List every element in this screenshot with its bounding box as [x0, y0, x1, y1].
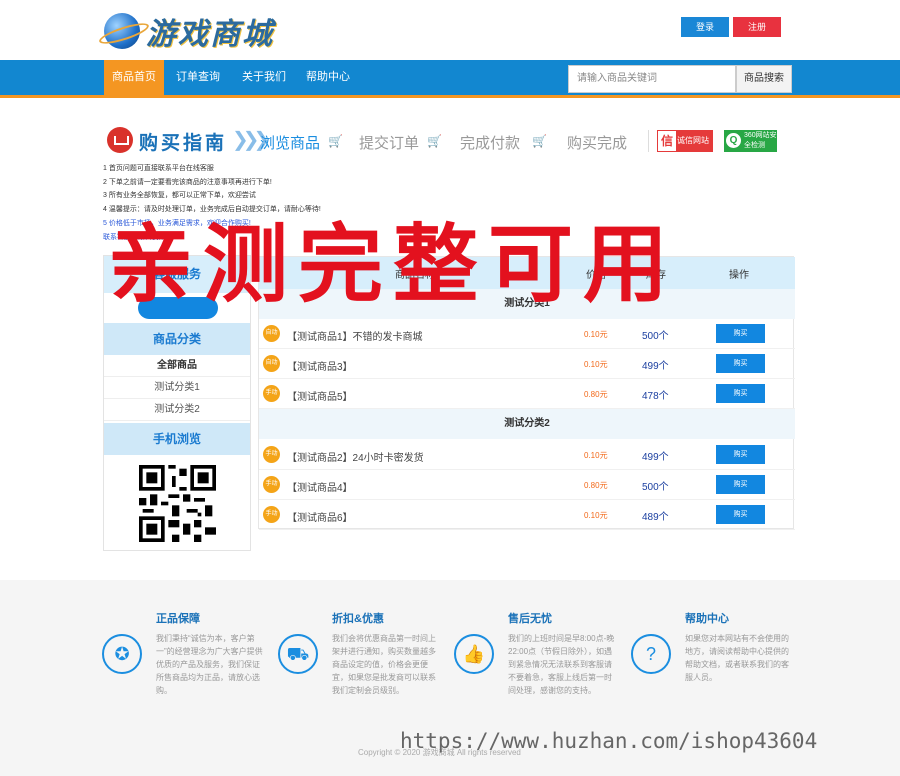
product-price: 0.10元: [584, 451, 608, 460]
search-input[interactable]: 请输入商品关键词: [568, 65, 736, 93]
product-stock: 499个: [642, 361, 669, 372]
thumbs-up-icon: 👍: [454, 634, 494, 674]
search-button[interactable]: 商品搜索: [736, 65, 792, 93]
product-stock: 478个: [642, 391, 669, 402]
magnifier-icon: Q: [726, 133, 741, 148]
globe-icon: [104, 13, 140, 49]
feature-title: 售后无忧: [508, 613, 552, 625]
note-line: 4 温馨提示：请及时处理订单，业务完成后自动提交订单，请耐心等待!: [103, 206, 321, 214]
table-row: 自动 【测试商品1】不错的发卡商城 0.10元 500个 购买: [259, 319, 795, 349]
product-name[interactable]: 【测试商品2】24小时卡密发货: [287, 449, 424, 464]
feature-text: 我们会将优惠商品第一时间上架并进行通知，购买数量越多商品设定的值，价格会更便宜，…: [332, 634, 436, 695]
trust-badge-label: 诚信网站: [677, 136, 709, 145]
buy-button[interactable]: 购买: [716, 445, 765, 464]
trust-badge: 信诚信网站: [657, 130, 713, 152]
guide-title: 购买指南: [139, 133, 228, 154]
buy-button[interactable]: 购买: [716, 475, 765, 494]
security-badge-label: 360网站安全检测: [744, 132, 777, 149]
buy-button[interactable]: 购买: [716, 354, 765, 373]
product-name[interactable]: 【测试商品6】: [287, 509, 353, 524]
nav-item-help[interactable]: 帮助中心: [300, 60, 356, 95]
product-price: 0.10元: [584, 330, 608, 339]
table-row: 手动 【测试商品6】 0.10元 489个 购买: [259, 500, 795, 530]
category-title: 商品分类: [104, 323, 250, 355]
qr-code: [139, 465, 216, 542]
product-name[interactable]: 【测试商品4】: [287, 479, 353, 494]
feature-title: 帮助中心: [685, 613, 729, 625]
cart-icon: 🛒: [532, 134, 547, 148]
question-icon: ?: [631, 634, 671, 674]
guide-step: 浏览商品: [260, 135, 321, 152]
product-name[interactable]: 【测试商品5】: [287, 388, 353, 403]
buy-button[interactable]: 购买: [716, 505, 765, 524]
guide-step: 提交订单: [359, 135, 420, 152]
login-button[interactable]: 登录: [681, 17, 729, 37]
delivery-tag: 手动: [263, 446, 280, 463]
mobile-title: 手机浏览: [104, 423, 250, 455]
cart-icon: 🛒: [427, 134, 442, 148]
table-row: 手动 【测试商品2】24小时卡密发货 0.10元 499个 购买: [259, 440, 795, 470]
table-row: 手动 【测试商品4】 0.80元 500个 购买: [259, 470, 795, 500]
product-name[interactable]: 【测试商品3】: [287, 358, 353, 373]
feature-text: 如果您对本网站有不会使用的地方，请阅读帮助中心提供的帮助文档，或者联系我们的客服…: [685, 634, 789, 682]
site-logo[interactable]: 游戏商城: [104, 10, 274, 52]
product-price: 0.80元: [584, 390, 608, 399]
feature-title: 折扣&优惠: [332, 613, 384, 625]
product-stock: 489个: [642, 512, 669, 523]
url-watermark: https://www.huzhan.com/ishop43604: [400, 729, 818, 753]
truck-icon: ⛟: [278, 634, 318, 674]
buy-button[interactable]: 购买: [716, 324, 765, 343]
table-row: 手动 【测试商品5】 0.80元 478个 购买: [259, 379, 795, 409]
guide-step: 完成付款: [460, 135, 521, 152]
buy-button[interactable]: 购买: [716, 384, 765, 403]
product-price: 0.80元: [584, 481, 608, 490]
register-button[interactable]: 注册: [733, 17, 781, 37]
watermark-overlay: 亲测完整可用: [108, 216, 679, 315]
cart-icon: [107, 127, 133, 153]
logo-text: 游戏商城: [146, 17, 274, 52]
product-price: 0.10元: [584, 511, 608, 520]
nav-item-about[interactable]: 关于我们: [236, 60, 292, 95]
delivery-tag: 自动: [263, 355, 280, 372]
delivery-tag: 手动: [263, 385, 280, 402]
divider: [648, 130, 649, 152]
note-line: 2 下单之前请一定要看完该商品的注意事项再进行下单!: [103, 178, 272, 186]
feature-title: 正品保障: [156, 613, 200, 625]
purchase-guide: 购买指南 ❯❯❯ 浏览商品 🛒 提交订单 🛒 完成付款 🛒 购买完成 信诚信网站…: [104, 124, 794, 158]
delivery-tag: 手动: [263, 476, 280, 493]
site-header: 游戏商城 登录 注册: [0, 0, 900, 60]
sidebar-item-all[interactable]: 全部商品: [104, 355, 250, 377]
product-stock: 499个: [642, 452, 669, 463]
product-price: 0.10元: [584, 360, 608, 369]
table-row: 自动 【测试商品3】 0.10元 499个 购买: [259, 349, 795, 379]
product-name[interactable]: 【测试商品1】不错的发卡商城: [287, 328, 423, 343]
delivery-tag: 自动: [263, 325, 280, 342]
nav-item-home[interactable]: 商品首页: [104, 60, 164, 95]
feature-text: 我们秉持“诚信为本，客户第一”的经营理念为广大客户提供优质的产品及服务，我们保证…: [156, 634, 263, 695]
category-row: 测试分类2: [259, 409, 795, 439]
security-badge: Q 360网站安全检测: [724, 130, 777, 152]
trust-badge-icon: 信: [658, 131, 676, 151]
note-line: 1 首页问题可直接联系平台在线客服: [103, 165, 214, 172]
feature-text: 我们的上班时间是早8:00点-晚22:00点（节假日除外），如遇到紧急情况无法联…: [508, 634, 615, 695]
nav-item-orders[interactable]: 订单查询: [170, 60, 226, 95]
delivery-tag: 手动: [263, 506, 280, 523]
cart-icon: 🛒: [328, 134, 343, 148]
award-icon: ✪: [102, 634, 142, 674]
sidebar-item-category1[interactable]: 测试分类1: [104, 377, 250, 399]
product-stock: 500个: [642, 331, 669, 342]
product-stock: 500个: [642, 482, 669, 493]
guide-step: 购买完成: [567, 135, 628, 152]
col-header-action: 操作: [729, 270, 749, 281]
sidebar-item-category2[interactable]: 测试分类2: [104, 399, 250, 421]
note-line: 3 所有业务全部恢复，都可以正常下单，欢迎尝试: [103, 192, 256, 200]
